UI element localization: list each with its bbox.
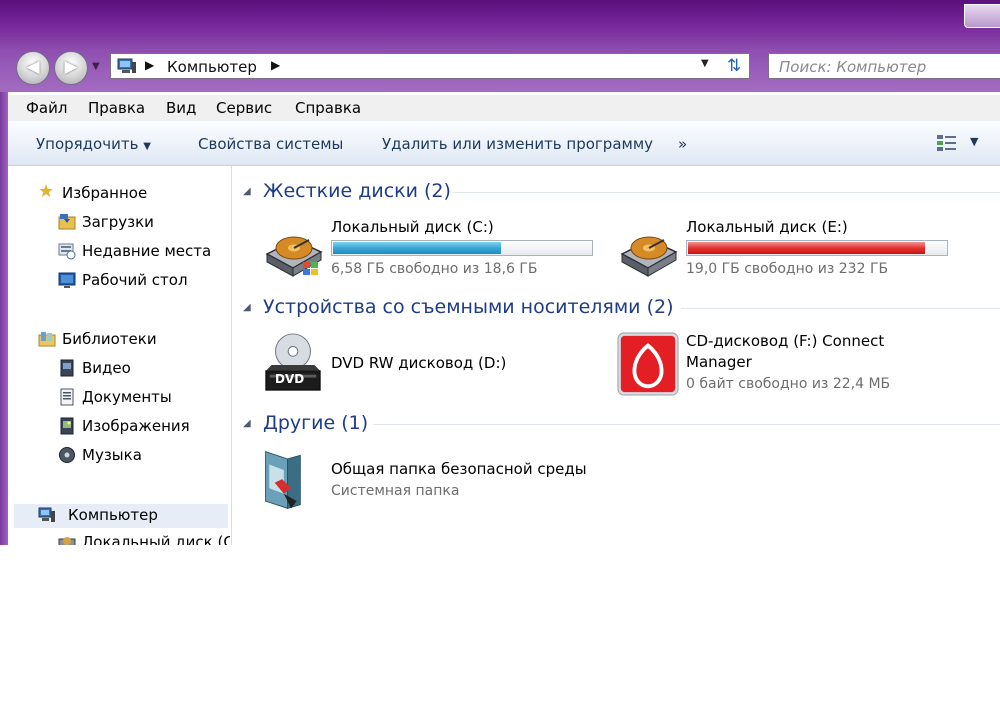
breadcrumb-computer[interactable]: Компьютер — [167, 58, 257, 76]
drive-name: Локальный диск (C:) — [331, 218, 494, 236]
drive-name-line1: CD-дисковод (F:) Connect — [686, 332, 885, 350]
secure-folder-icon — [265, 451, 301, 509]
dvd-logo-icon: DVD — [275, 372, 305, 386]
dvd-drive-icon — [265, 333, 321, 391]
explorer-window: ◀ ▶ ▼ ▶ Компьютер ▶ ▼ ⇅ Поиск: Компьютер… — [0, 0, 1000, 545]
group-header-other[interactable]: ◢ Другие (1) — [243, 410, 1000, 438]
video-library-icon — [60, 359, 74, 377]
group-separator — [453, 192, 1000, 193]
drive-name: Локальный диск (E:) — [686, 218, 848, 236]
drive-tile-dvd[interactable]: DVD DVD RW дисковод (D:) — [261, 332, 601, 398]
search-input[interactable]: Поиск: Компьютер — [768, 53, 1000, 79]
navigation-pane: ★ Избранное Загрузки Недавние места Рабо… — [8, 166, 230, 545]
libraries-icon — [38, 332, 56, 347]
refresh-icon[interactable]: ⇅ — [727, 56, 741, 76]
music-library-icon — [59, 447, 75, 463]
organize-button[interactable]: Упорядочить ▼ — [36, 135, 151, 153]
drive-free-space: 6,58 ГБ свободно из 18,6 ГБ — [331, 261, 538, 277]
menu-edit[interactable]: Правка — [88, 99, 145, 117]
drive-tile-e[interactable]: Локальный диск (E:) 19,0 ГБ свободно из … — [616, 218, 956, 282]
pane-splitter[interactable] — [231, 166, 232, 545]
recent-pages-chevron-down-icon[interactable]: ▼ — [92, 61, 100, 72]
collapse-triangle-icon: ◢ — [243, 302, 251, 313]
group-header-hard-disks[interactable]: ◢ Жесткие диски (2) — [243, 178, 1000, 206]
hard-disk-icon — [58, 537, 76, 545]
sidebar-item-computer[interactable]: Компьютер — [14, 504, 228, 528]
hard-disk-icon — [620, 236, 678, 277]
uninstall-program-button[interactable]: Удалить или изменить программу — [382, 135, 653, 153]
group-header-removable[interactable]: ◢ Устройства со съемными носителями (2) — [243, 294, 1000, 322]
downloads-folder-icon — [58, 214, 76, 230]
menu-view[interactable]: Вид — [166, 99, 196, 117]
organize-label: Упорядочить — [36, 135, 139, 153]
breadcrumb-separator-icon[interactable]: ▶ — [145, 58, 154, 72]
search-placeholder: Поиск: Компьютер — [779, 58, 927, 76]
arrow-right-icon: ▶ — [64, 57, 78, 77]
address-history-chevron-down-icon[interactable]: ▼ — [701, 58, 709, 69]
breadcrumb-separator-icon[interactable]: ▶ — [271, 58, 280, 72]
disk-usage-bar — [331, 240, 593, 256]
menu-tools[interactable]: Сервис — [216, 99, 272, 117]
documents-library-icon — [60, 388, 74, 406]
hard-disk-windows-icon — [265, 236, 323, 277]
computer-icon — [38, 507, 55, 522]
system-properties-button[interactable]: Свойства системы — [198, 135, 343, 153]
command-bar: Упорядочить ▼ Свойства системы Удалить и… — [8, 121, 1000, 166]
view-chevron-down-icon[interactable]: ▼ — [970, 135, 978, 148]
content-pane: ◢ Жесткие диски (2) Локальный диск (C:) … — [233, 166, 1000, 545]
close-window-button[interactable] — [964, 4, 1000, 28]
drive-free-space: 19,0 ГБ свободно из 232 ГБ — [686, 261, 889, 277]
recent-places-icon — [58, 243, 76, 260]
computer-icon — [117, 58, 136, 73]
menu-file[interactable]: Файл — [26, 99, 67, 117]
drive-name: DVD RW дисковод (D:) — [331, 354, 507, 372]
group-separator — [373, 424, 1000, 425]
more-commands-button[interactable]: » — [678, 135, 687, 153]
drive-name-line2: Manager — [686, 353, 752, 371]
arrow-left-icon: ◀ — [26, 57, 40, 77]
group-separator — [681, 308, 1000, 309]
drive-free-space: 0 байт свободно из 22,4 МБ — [686, 376, 891, 392]
view-options-icon[interactable] — [936, 133, 958, 153]
desktop-icon — [58, 272, 76, 288]
address-bar[interactable]: ▶ Компьютер ▶ ▼ ⇅ — [110, 53, 750, 79]
disk-usage-bar — [686, 240, 948, 256]
window-frame-left — [0, 92, 8, 545]
menu-help[interactable]: Справка — [295, 99, 361, 117]
collapse-triangle-icon: ◢ — [243, 186, 251, 197]
pictures-library-icon — [60, 417, 74, 435]
forward-button[interactable]: ▶ — [54, 51, 88, 85]
collapse-triangle-icon: ◢ — [243, 418, 251, 429]
drive-tile-c[interactable]: Локальный диск (C:) 6,58 ГБ свободно из … — [261, 218, 601, 282]
menu-bar: Файл Правка Вид Сервис Справка — [8, 95, 1000, 122]
shared-secure-folder-tile[interactable]: Общая папка безопасной среды Системная п… — [261, 448, 661, 518]
drive-tile-cd-connect-manager[interactable]: CD-дисковод (F:) Connect Manager 0 байт … — [616, 332, 976, 398]
folder-type: Системная папка — [331, 483, 460, 499]
folder-name: Общая папка безопасной среды — [331, 460, 587, 478]
connect-manager-icon — [617, 332, 679, 396]
star-icon: ★ — [38, 181, 55, 202]
disk-usage-fill — [688, 242, 925, 254]
back-button[interactable]: ◀ — [16, 51, 50, 85]
disk-usage-fill — [333, 242, 501, 254]
chevron-down-icon: ▼ — [143, 141, 151, 152]
